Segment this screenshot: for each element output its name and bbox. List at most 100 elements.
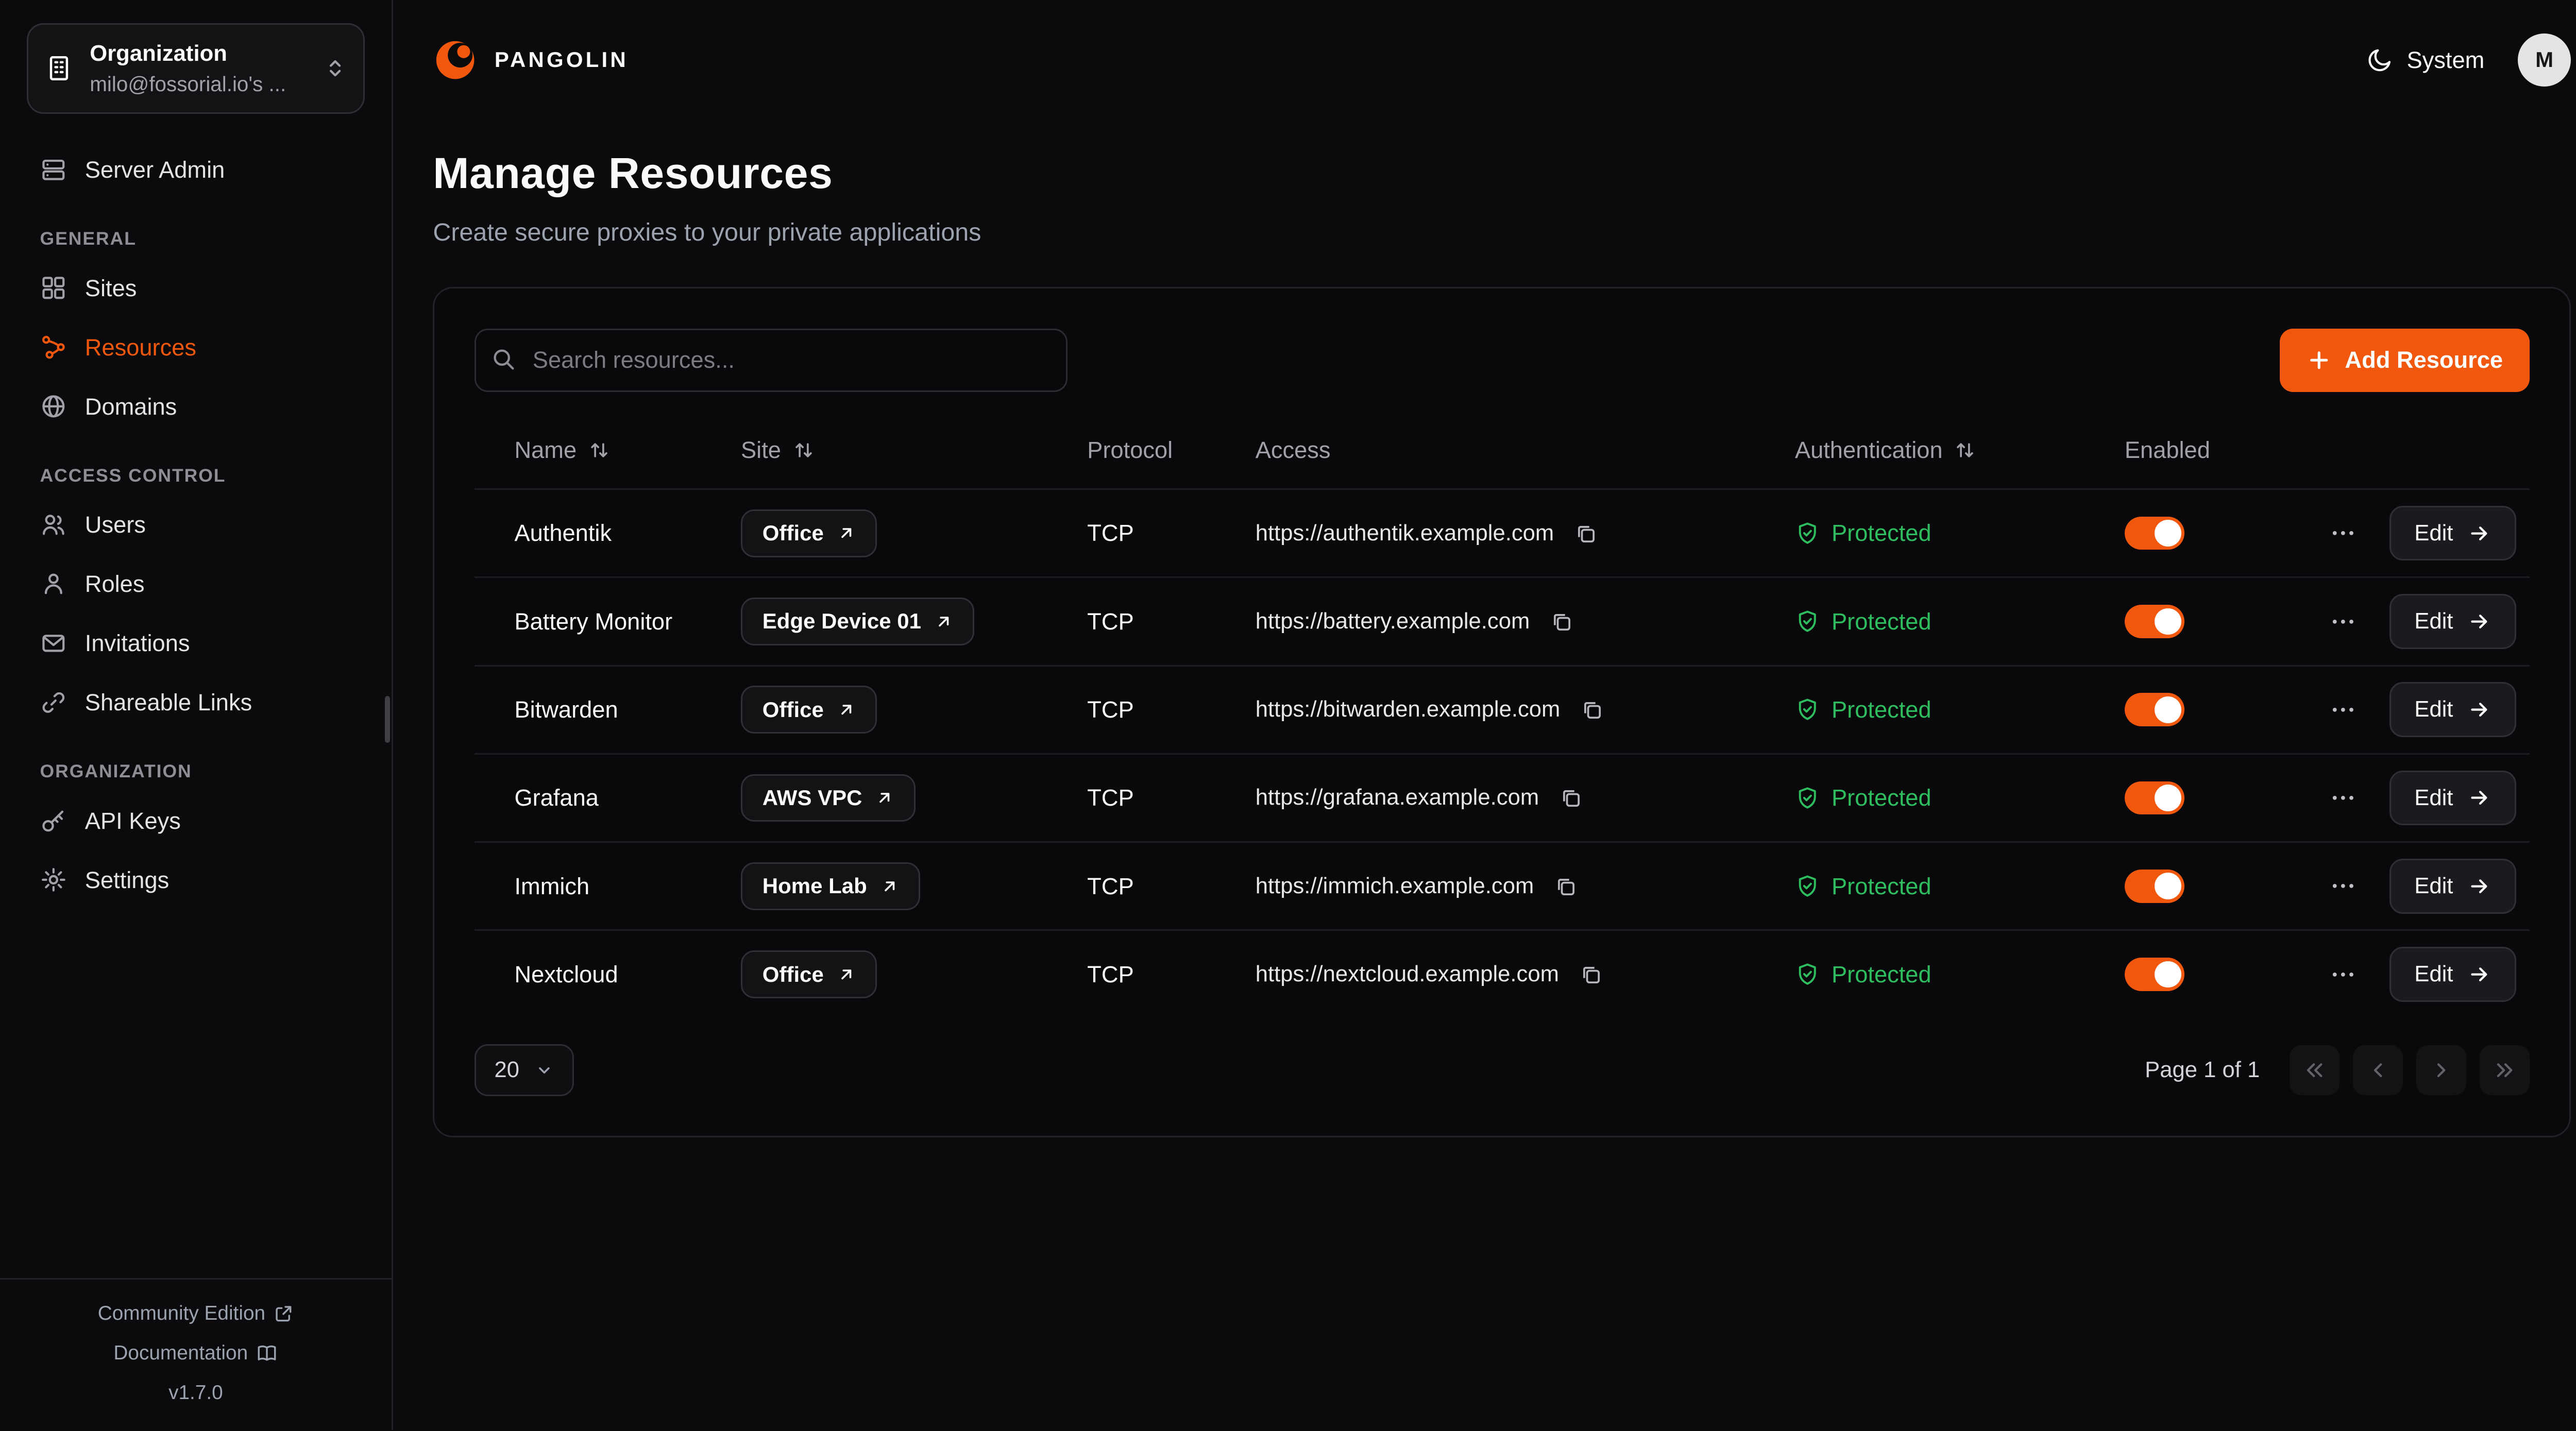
users-icon xyxy=(40,512,67,538)
authentication-cell: Protected xyxy=(1795,693,2125,726)
sidebar-item-server-admin[interactable]: Server Admin xyxy=(27,140,365,199)
sidebar-item-sites[interactable]: Sites xyxy=(27,259,365,318)
site-name: Office xyxy=(762,962,824,987)
site-link-button[interactable]: AWS VPC xyxy=(741,774,916,822)
resources-icon xyxy=(40,334,67,361)
site-link-button[interactable]: Office xyxy=(741,509,877,557)
edit-button[interactable]: Edit xyxy=(2389,947,2516,1002)
protocol: TCP xyxy=(1087,870,1255,902)
edit-button[interactable]: Edit xyxy=(2389,506,2516,561)
sort-name-button[interactable] xyxy=(588,439,610,461)
arrow-right-icon xyxy=(2468,522,2491,545)
org-picker[interactable]: Organization milo@fossorial.io's ... xyxy=(27,23,365,113)
sidebar-item-domains[interactable]: Domains xyxy=(27,377,365,436)
org-subtitle: milo@fossorial.io's ... xyxy=(90,70,307,99)
sidebar-item-shareable-links[interactable]: Shareable Links xyxy=(27,673,365,732)
enabled-toggle[interactable] xyxy=(2125,693,2184,726)
copy-url-button[interactable] xyxy=(1575,960,1605,990)
row-menu-button[interactable] xyxy=(2323,602,2363,642)
sort-authentication-button[interactable] xyxy=(1954,439,1976,461)
row-menu-button[interactable] xyxy=(2323,866,2363,907)
protocol: TCP xyxy=(1087,693,1255,726)
site-link-button[interactable]: Office xyxy=(741,950,877,998)
enabled-toggle[interactable] xyxy=(2125,870,2184,903)
column-access: Access xyxy=(1256,434,1795,466)
sidebar-item-roles[interactable]: Roles xyxy=(27,554,365,614)
resource-name: Grafana xyxy=(514,781,741,814)
page-size-select[interactable]: 20 xyxy=(474,1044,574,1096)
copy-url-button[interactable] xyxy=(1571,518,1601,548)
authentication-cell: Protected xyxy=(1795,605,2125,638)
app-root: Organization milo@fossorial.io's ... Ser… xyxy=(0,0,2576,1430)
enabled-cell xyxy=(2125,781,2311,815)
copy-icon xyxy=(1550,610,1573,633)
copy-icon xyxy=(1574,522,1597,545)
page-info: Page 1 of 1 xyxy=(2145,1054,2260,1086)
column-site: Site xyxy=(741,434,1087,466)
access-url: https://nextcloud.example.com xyxy=(1256,959,1559,990)
edit-button[interactable]: Edit xyxy=(2389,859,2516,914)
ellipsis-icon xyxy=(2330,696,2357,723)
site-link-button[interactable]: Office xyxy=(741,686,877,734)
column-enabled-label: Enabled xyxy=(2125,434,2210,466)
shield-check-icon xyxy=(1795,874,1820,898)
resources-card: Add Resource Name Site xyxy=(433,287,2571,1137)
enabled-toggle[interactable] xyxy=(2125,958,2184,991)
enabled-toggle[interactable] xyxy=(2125,781,2184,815)
copy-url-button[interactable] xyxy=(1555,783,1585,813)
first-page-button[interactable] xyxy=(2290,1045,2340,1095)
prev-page-button[interactable] xyxy=(2353,1045,2403,1095)
arrow-right-icon xyxy=(2468,963,2491,986)
sidebar-item-settings[interactable]: Settings xyxy=(27,850,365,910)
enabled-cell xyxy=(2125,517,2311,550)
ellipsis-icon xyxy=(2330,520,2357,547)
row-menu-button[interactable] xyxy=(2323,690,2363,730)
plus-icon xyxy=(2307,348,2331,372)
row-menu-button[interactable] xyxy=(2323,513,2363,553)
access-cell: https://immich.example.com xyxy=(1256,871,1795,902)
sidebar-scrollbar[interactable] xyxy=(385,696,390,742)
ellipsis-icon xyxy=(2330,785,2357,811)
copy-url-button[interactable] xyxy=(1547,606,1577,636)
sidebar-item-resources[interactable]: Resources xyxy=(27,318,365,377)
access-url: https://bitwarden.example.com xyxy=(1256,694,1561,725)
enabled-toggle[interactable] xyxy=(2125,517,2184,550)
sidebar-item-users[interactable]: Users xyxy=(27,495,365,554)
sidebar-item-api-keys[interactable]: API Keys xyxy=(27,791,365,850)
copy-url-button[interactable] xyxy=(1577,695,1607,725)
site-link-button[interactable]: Edge Device 01 xyxy=(741,598,974,645)
column-site-label: Site xyxy=(741,434,781,466)
row-menu-button[interactable] xyxy=(2323,955,2363,995)
access-url: https://authentik.example.com xyxy=(1256,518,1554,549)
pangolin-logo xyxy=(433,38,478,82)
actions-cell: Edit xyxy=(2311,682,2516,737)
search-input[interactable] xyxy=(474,329,1067,392)
site-link-button[interactable]: Home Lab xyxy=(741,862,920,910)
sidebar-item-invitations[interactable]: Invitations xyxy=(27,614,365,673)
avatar[interactable]: M xyxy=(2518,33,2571,87)
row-menu-button[interactable] xyxy=(2323,778,2363,818)
authentication-cell: Protected xyxy=(1795,870,2125,902)
edit-button[interactable]: Edit xyxy=(2389,594,2516,649)
sort-icon xyxy=(588,439,610,461)
access-url: https://grafana.example.com xyxy=(1256,782,1539,813)
documentation-link[interactable]: Documentation xyxy=(0,1339,392,1367)
copy-url-button[interactable] xyxy=(1551,871,1581,901)
column-access-label: Access xyxy=(1256,434,1331,466)
next-page-button[interactable] xyxy=(2416,1045,2466,1095)
edit-button[interactable]: Edit xyxy=(2389,771,2516,826)
role-icon xyxy=(40,571,67,598)
column-authentication: Authentication xyxy=(1795,434,2125,466)
enabled-toggle[interactable] xyxy=(2125,605,2184,638)
resource-name: Battery Monitor xyxy=(514,605,741,638)
edit-button[interactable]: Edit xyxy=(2389,682,2516,737)
theme-selector[interactable]: System xyxy=(2367,44,2484,76)
arrow-right-icon xyxy=(2468,875,2491,898)
top-right: System M xyxy=(2367,33,2571,87)
sidebar-item-label: Server Admin xyxy=(85,154,225,186)
last-page-button[interactable] xyxy=(2480,1045,2530,1095)
sort-site-button[interactable] xyxy=(793,439,815,461)
arrow-up-right-icon xyxy=(880,877,899,896)
add-resource-button[interactable]: Add Resource xyxy=(2280,329,2529,392)
community-edition-link[interactable]: Community Edition xyxy=(0,1300,392,1327)
